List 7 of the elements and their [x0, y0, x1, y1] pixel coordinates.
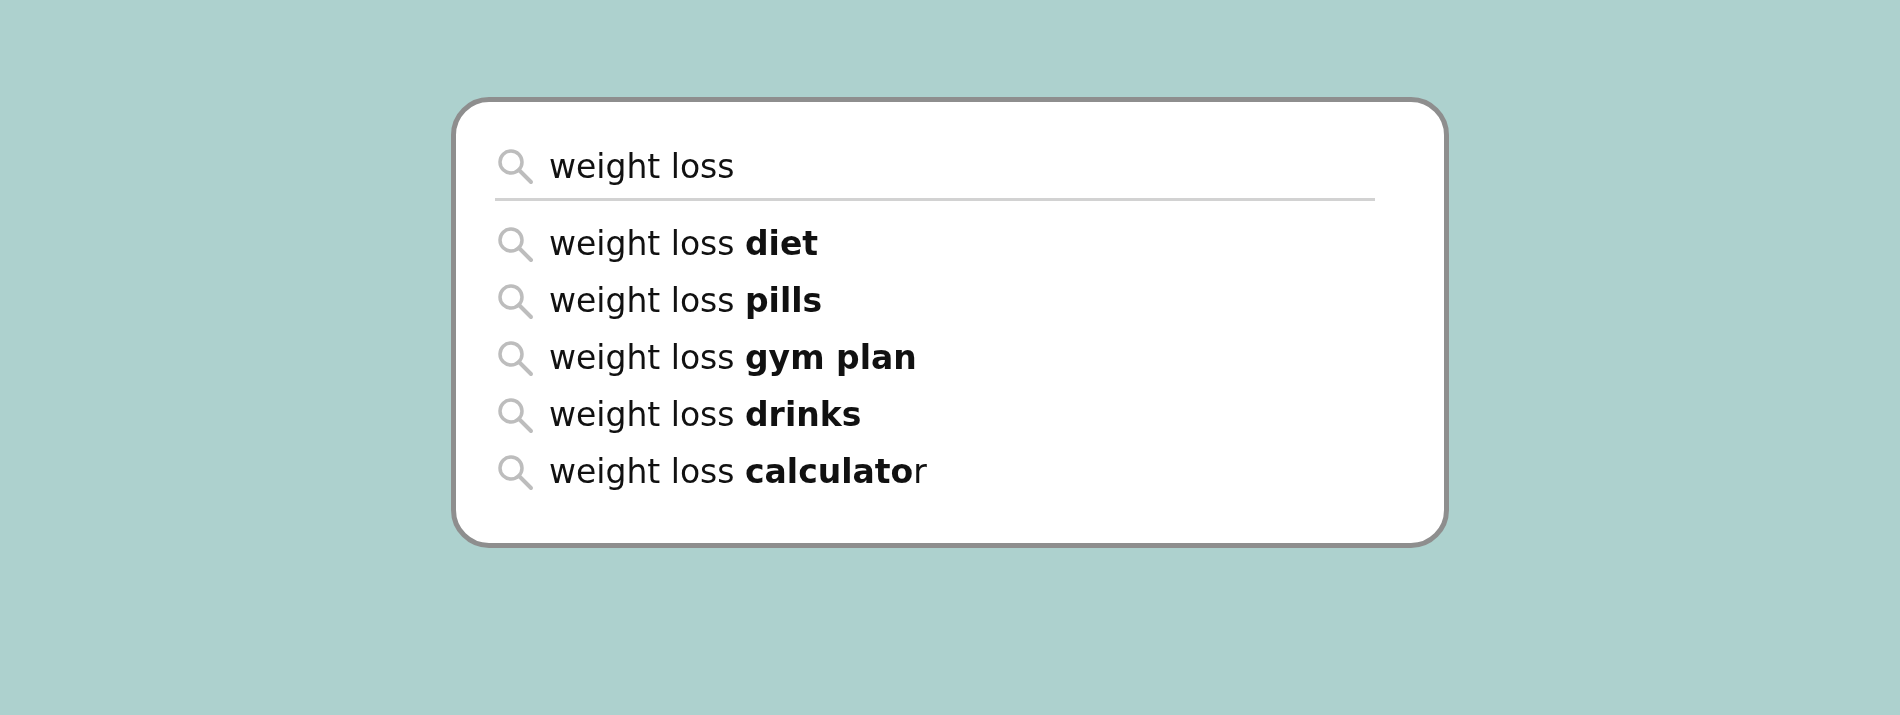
search-field[interactable]: weight loss [549, 144, 1149, 188]
suggestion-text[interactable]: weight loss diet [549, 224, 819, 263]
search-icon [495, 146, 535, 186]
suggestion-text[interactable]: weight loss pills [549, 281, 823, 320]
suggestion-text[interactable]: weight loss drinks [549, 395, 862, 434]
suggestion-text[interactable]: weight loss gym plan [549, 338, 917, 377]
suggestion-text[interactable]: weight loss calculator [549, 452, 927, 491]
